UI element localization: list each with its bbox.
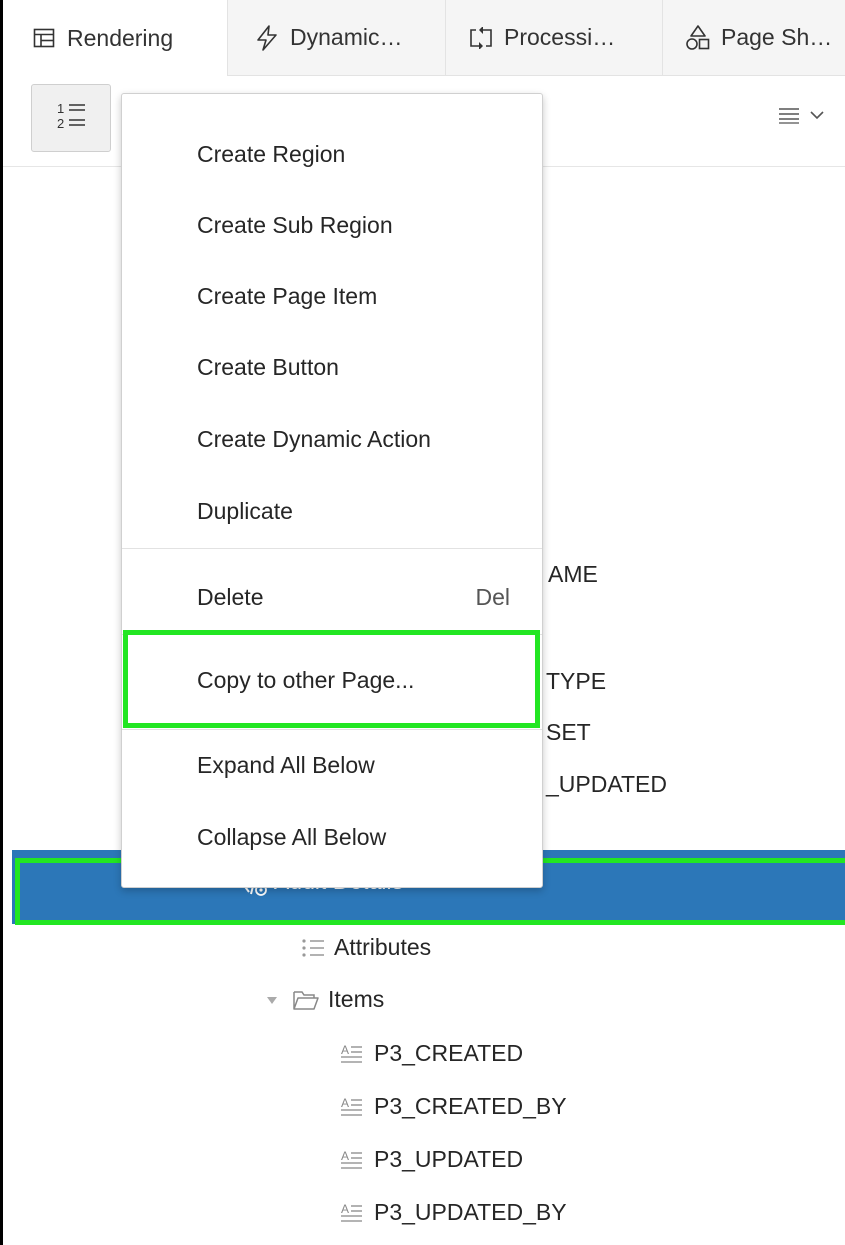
menu-item-create-sub-region[interactable]: Create Sub Region	[122, 200, 542, 250]
chevron-down-icon	[809, 108, 825, 126]
context-menu: Create Region Create Sub Region Create P…	[121, 93, 543, 888]
menu-item-create-page-item[interactable]: Create Page Item	[122, 271, 542, 321]
tab-processing[interactable]: Processi…	[446, 0, 663, 75]
hamburger-menu-icon	[777, 105, 803, 130]
menu-item-label: Create Sub Region	[197, 211, 393, 238]
tree-node-page-item[interactable]: A P3_CREATED	[340, 1040, 523, 1067]
menu-item-create-button[interactable]: Create Button	[122, 342, 542, 392]
menu-item-label: Create Region	[197, 140, 346, 167]
text-field-icon: A	[340, 1042, 366, 1066]
tree-node-page-item[interactable]: A P3_UPDATED	[340, 1146, 523, 1173]
menu-item-collapse-all-below[interactable]: Collapse All Below	[122, 812, 542, 862]
shapes-icon	[685, 24, 711, 51]
tree-node-label: Attributes	[334, 934, 432, 960]
svg-text:A: A	[341, 1043, 349, 1057]
menu-item-label: Delete	[197, 583, 264, 610]
tree-node-label: P3_CREATED_BY	[374, 1093, 567, 1119]
tree-node-label-partial[interactable]: SET	[546, 719, 591, 746]
rendering-grid-icon	[31, 25, 57, 51]
tree-node-label-partial[interactable]: TYPE	[546, 668, 606, 695]
text-field-icon: A	[340, 1148, 366, 1172]
tree-node-attributes[interactable]: Attributes	[300, 934, 431, 961]
menu-item-create-dynamic-action[interactable]: Create Dynamic Action	[122, 414, 542, 464]
lightning-bolt-icon	[254, 24, 280, 51]
tab-page-shared[interactable]: Page Sh…	[663, 0, 845, 75]
caret-down-icon[interactable]	[266, 995, 278, 1005]
tree-node-label: P3_UPDATED_BY	[374, 1199, 567, 1225]
menu-separator	[122, 548, 542, 549]
tree-node-items[interactable]: Items	[266, 986, 384, 1013]
highlight-box-copy-to-other-page	[123, 630, 540, 728]
menu-item-shortcut: Del	[475, 583, 510, 610]
menu-item-duplicate[interactable]: Duplicate	[122, 486, 542, 536]
tab-rendering[interactable]: Rendering	[3, 0, 228, 76]
svg-text:A: A	[341, 1149, 349, 1163]
tab-label: Page Sh…	[721, 24, 833, 50]
menu-item-label: Create Page Item	[197, 282, 378, 309]
tab-dynamic-actions[interactable]: Dynamic…	[228, 0, 446, 75]
attributes-list-icon	[300, 936, 326, 960]
tree-node-label: P3_CREATED	[374, 1040, 524, 1066]
svg-text:2: 2	[57, 116, 64, 131]
tab-label: Rendering	[67, 24, 174, 51]
menu-item-delete[interactable]: Delete Del	[122, 572, 542, 622]
window-frame-edge	[0, 0, 3, 1245]
menu-item-expand-all-below[interactable]: Expand All Below	[122, 740, 542, 790]
folder-open-icon	[292, 988, 320, 1012]
tree-node-page-item[interactable]: A P3_CREATED_BY	[340, 1093, 567, 1120]
tree-menu-button[interactable]	[777, 96, 839, 138]
tree-node-label-partial[interactable]: _UPDATED	[546, 771, 667, 798]
tab-label: Dynamic…	[290, 24, 403, 50]
component-order-button[interactable]: 1 2	[31, 84, 111, 152]
menu-separator	[122, 729, 542, 730]
menu-item-label: Duplicate	[197, 497, 293, 524]
tree-node-label: Items	[328, 986, 385, 1012]
tree-node-page-item[interactable]: A P3_UPDATED_BY	[340, 1199, 567, 1226]
text-field-icon: A	[340, 1095, 366, 1119]
processing-arrows-icon	[468, 25, 494, 51]
tree-node-label-partial[interactable]: AME	[548, 561, 598, 588]
menu-item-label: Expand All Below	[197, 751, 375, 778]
menu-item-label: Create Dynamic Action	[197, 425, 431, 452]
svg-text:1: 1	[57, 101, 64, 116]
menu-item-create-region[interactable]: Create Region	[122, 129, 542, 179]
tab-bar: Rendering Dynamic… Processi… Page Sh…	[3, 0, 845, 76]
tree-node-label: P3_UPDATED	[374, 1146, 524, 1172]
menu-item-label: Collapse All Below	[197, 823, 387, 850]
text-field-icon: A	[340, 1201, 366, 1225]
svg-text:A: A	[341, 1096, 349, 1110]
menu-item-label: Create Button	[197, 353, 339, 380]
ordered-list-icon: 1 2	[54, 101, 88, 136]
svg-text:A: A	[341, 1202, 349, 1216]
tab-label: Processi…	[504, 24, 616, 50]
